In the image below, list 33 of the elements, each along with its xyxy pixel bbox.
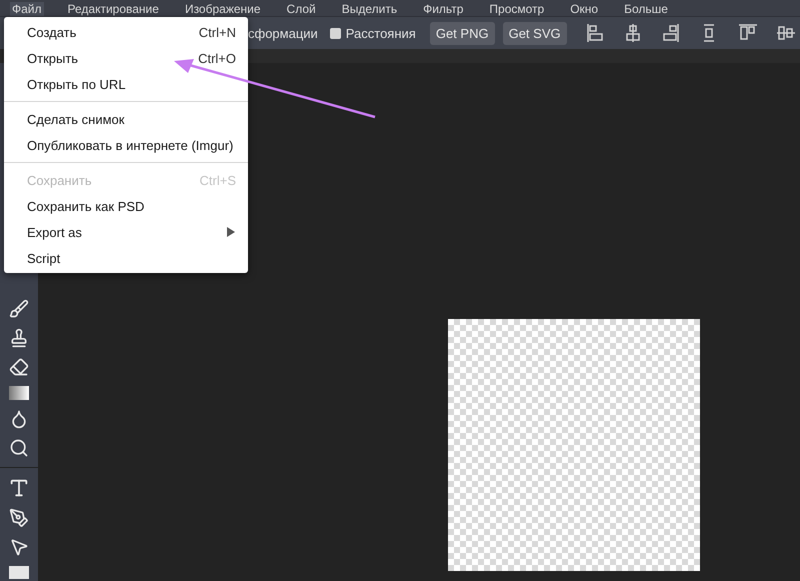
menu-item[interactable]: Сделать снимок xyxy=(4,106,248,132)
menu-item[interactable]: Опубликовать в интернете (Imgur) xyxy=(4,132,248,158)
menu-item[interactable]: Сохранить как PSD xyxy=(4,193,248,219)
menu-bar-item[interactable]: Слой xyxy=(284,2,318,16)
export-button[interactable]: Get PNG xyxy=(430,22,495,44)
gradient-icon[interactable] xyxy=(9,386,29,400)
distances-label: Расстояния xyxy=(346,26,416,40)
menu-bar-item[interactable]: Выделить xyxy=(340,2,400,16)
menu-item[interactable]: Script xyxy=(4,245,248,271)
menu-item[interactable]: Открыть Ctrl+O xyxy=(4,45,248,71)
menu-bar-item[interactable]: Файл xyxy=(10,2,44,16)
brush-icon[interactable] xyxy=(9,299,29,319)
distances-checkbox[interactable] xyxy=(330,28,341,38)
menu-item[interactable]: Открыть по URL xyxy=(4,71,248,97)
dodge-icon[interactable] xyxy=(9,438,29,458)
pen-icon[interactable] xyxy=(9,508,29,528)
menu-item[interactable]: Export as xyxy=(4,219,248,245)
eraser-icon[interactable] xyxy=(9,357,29,377)
menu-bar-item[interactable]: Больше xyxy=(622,2,670,16)
menu-bar-item[interactable]: Просмотр xyxy=(487,2,546,16)
menu-bar-item[interactable]: Фильтр xyxy=(421,2,466,16)
menu-bar-item[interactable]: Редактирование xyxy=(66,2,161,16)
align-icon[interactable] xyxy=(584,22,605,44)
submenu-arrow-icon xyxy=(226,226,236,238)
text-tool-icon[interactable] xyxy=(8,477,30,499)
menu-item[interactable]: Создать Ctrl+N xyxy=(4,19,248,45)
align-icon[interactable] xyxy=(660,22,681,44)
stamp-icon[interactable] xyxy=(9,328,29,348)
pointer-icon[interactable] xyxy=(9,537,29,557)
export-button[interactable]: Get SVG xyxy=(502,22,567,44)
menu-bar-item[interactable]: Окно xyxy=(568,2,600,16)
menu-bar-item[interactable]: Изображение xyxy=(182,2,263,16)
transform-label: сформации xyxy=(248,26,318,40)
